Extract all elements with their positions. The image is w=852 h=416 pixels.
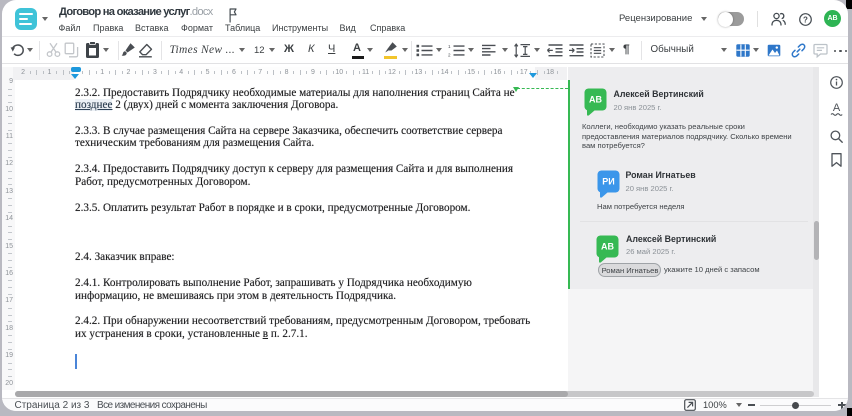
svg-text:2: 2 xyxy=(448,53,451,57)
svg-text:АВ: АВ xyxy=(589,94,602,104)
svg-text:1: 1 xyxy=(448,44,451,49)
svg-text:?: ? xyxy=(803,15,808,24)
svg-text:РИ: РИ xyxy=(602,176,614,186)
svg-text:АВ: АВ xyxy=(601,241,614,251)
svg-text:А: А xyxy=(833,102,841,114)
